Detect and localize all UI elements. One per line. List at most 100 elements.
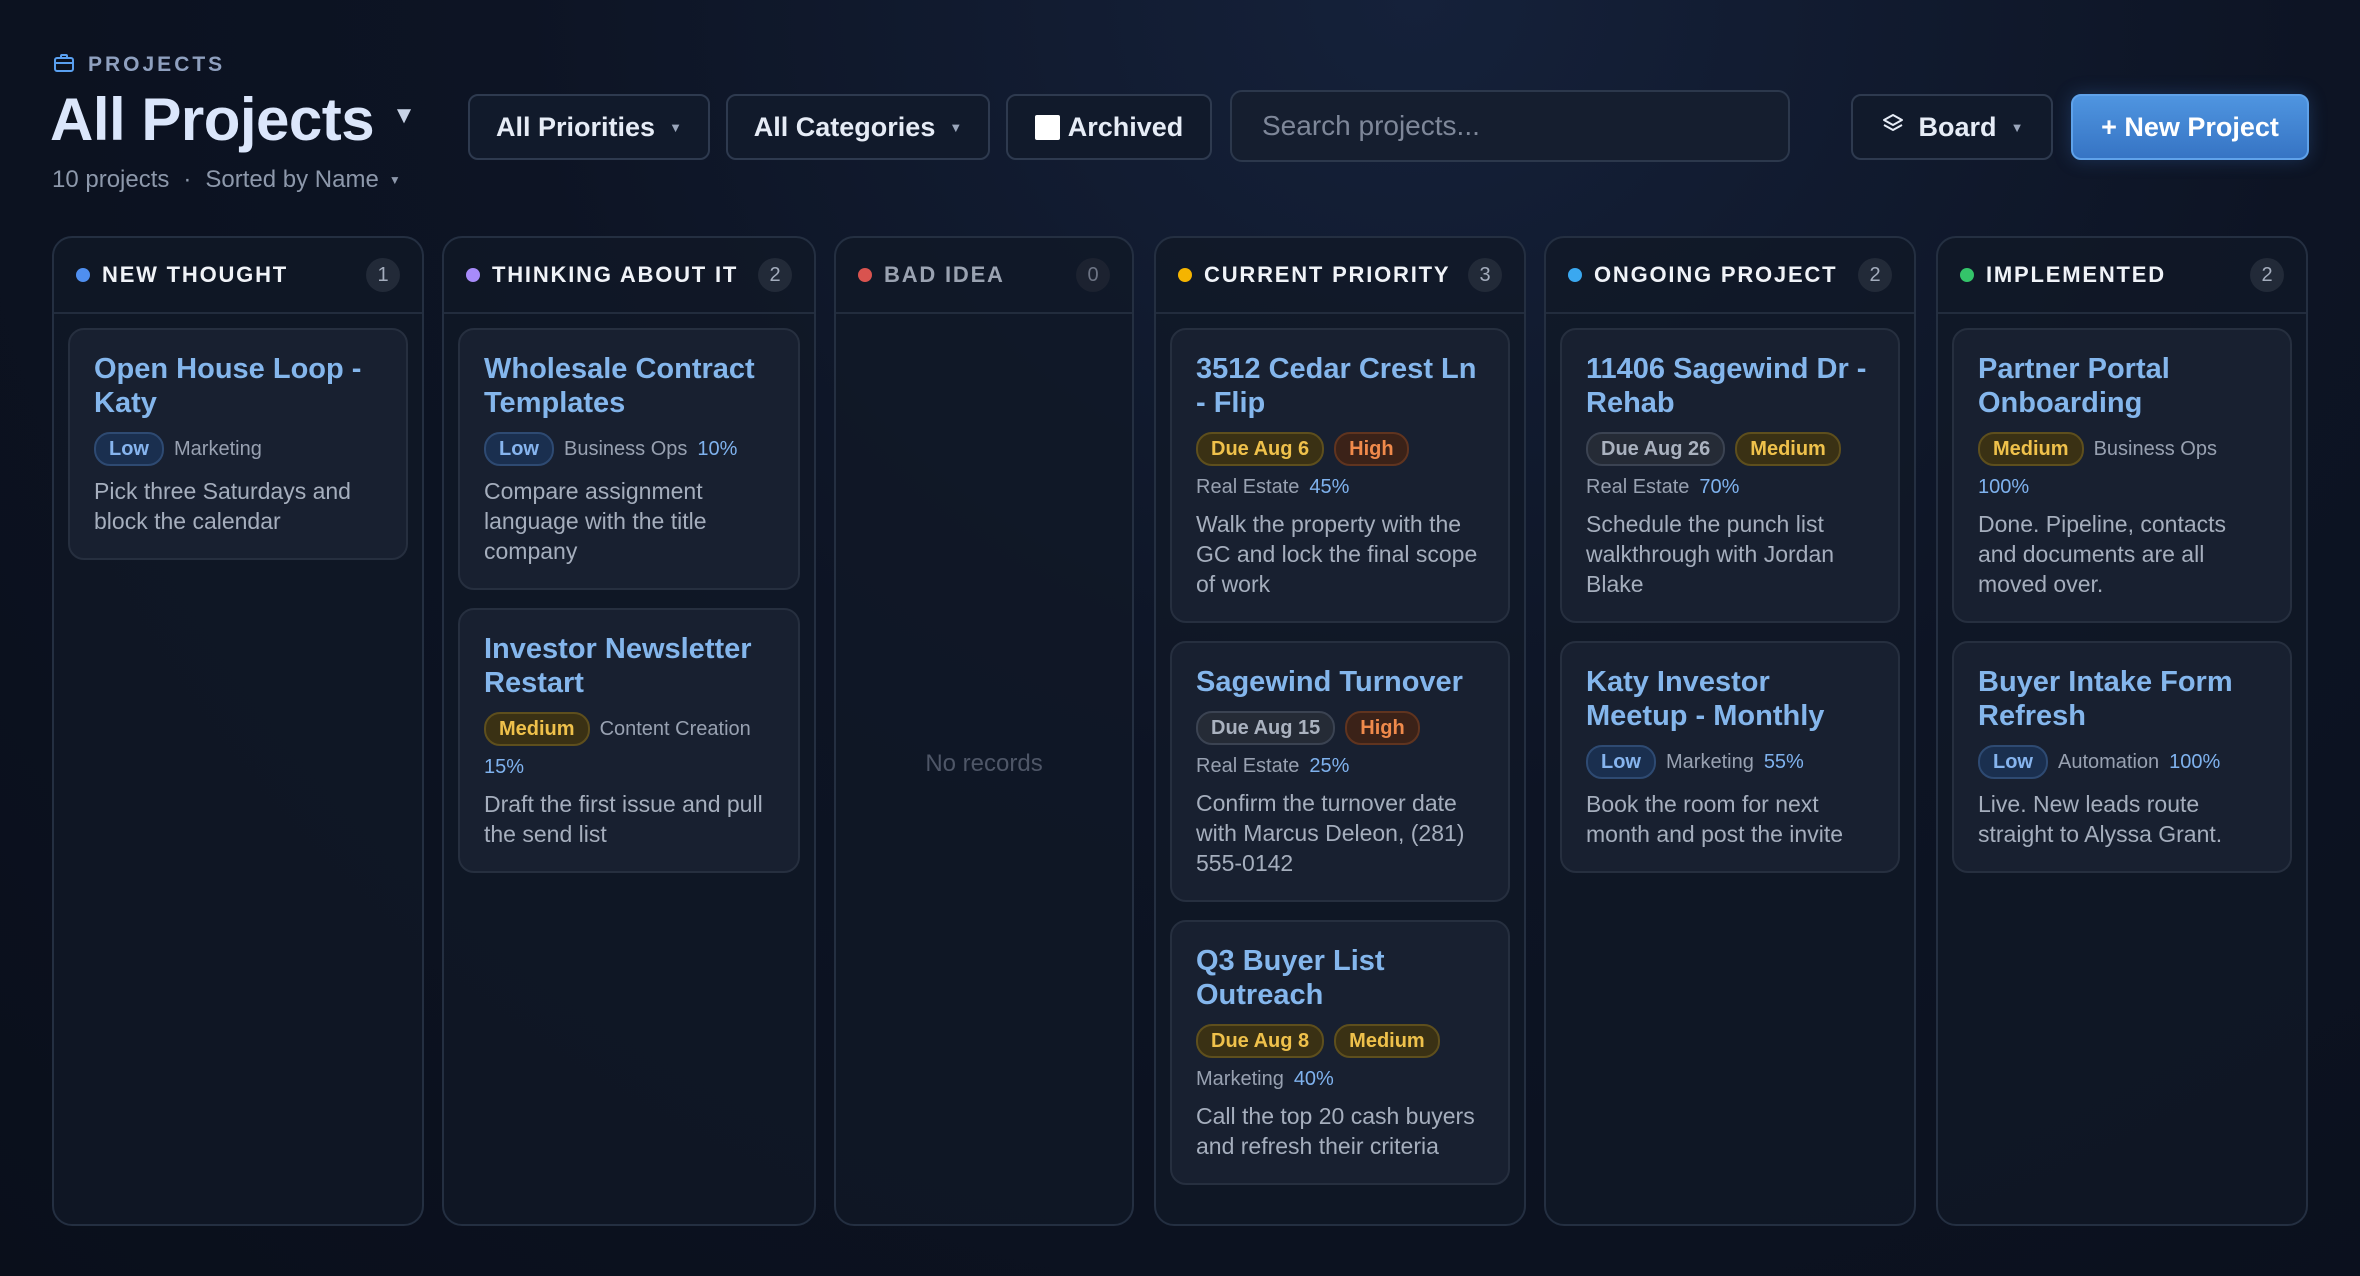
card-list: Wholesale Contract Templates Low Business … (444, 314, 814, 873)
column-title: CURRENT PRIORITY (1204, 262, 1451, 287)
card-description: Pick three Saturdays and block the calen… (94, 478, 351, 534)
column-header: BAD IDEA 0 (836, 238, 1132, 314)
card-description: Schedule the punch list walkthrough with… (1586, 511, 1835, 597)
column-count-badge: 0 (1076, 258, 1110, 292)
progress-percent: 10% (697, 437, 738, 460)
card-title[interactable]: Sagewind Turnover (1196, 665, 1484, 699)
card-meta: Due Aug 8 Medium Marketing 40% (1196, 1024, 1484, 1091)
search-input[interactable] (1262, 110, 1788, 142)
category-filter-dropdown[interactable]: All Categories ▼ (726, 94, 990, 160)
card-title[interactable]: Katy Investor Meetup - Monthly (1586, 665, 1874, 733)
caret-down-icon: ▼ (2010, 119, 2024, 135)
project-card[interactable]: Katy Investor Meetup - Monthly Low Marketi… (1560, 641, 1900, 873)
priority-badge: Low (1978, 745, 2048, 779)
card-meta: Medium Business Ops 100% (1978, 432, 2266, 499)
column-thinking-about-it: THINKING ABOUT IT 2 Wholesale Contract T… (442, 236, 816, 1226)
card-meta: Due Aug 15 High Real Estate 25% (1196, 711, 1484, 778)
status-dot (1178, 268, 1192, 282)
view-switcher-dropdown[interactable]: Board ▼ (1851, 94, 2053, 160)
card-meta: Low Business Ops 10% (484, 432, 774, 466)
card-description: Compare assignment language with the tit… (484, 478, 707, 564)
page-title-switcher[interactable]: All Projects ▼ (50, 84, 416, 156)
progress-percent: 25% (1309, 755, 1350, 777)
due-date-badge: Due Aug 26 (1586, 432, 1726, 466)
caret-down-icon[interactable]: ▼ (392, 102, 416, 130)
briefcase-icon (52, 51, 76, 80)
priority-badge: Medium (1334, 1024, 1440, 1058)
column-implemented: IMPLEMENTED 2 Partner Portal Onboarding M… (1936, 236, 2308, 1226)
project-card[interactable]: 3512 Cedar Crest Ln - Flip Due Aug 6 High R… (1170, 328, 1510, 623)
card-description: Live. New leads route straight to Alyssa… (1978, 791, 2223, 847)
priority-filter-dropdown[interactable]: All Priorities ▼ (468, 94, 710, 160)
card-list: 11406 Sagewind Dr - Rehab Due Aug 26 Mediu… (1546, 314, 1914, 873)
caret-down-icon: ▼ (949, 119, 963, 135)
progress-percent: 100% (2169, 750, 2221, 773)
card-meta: Low Automation 100% (1978, 745, 2266, 779)
view-label: Board (1918, 111, 1997, 142)
priority-badge: High (1345, 711, 1420, 745)
category-label: Automation (2058, 750, 2160, 773)
card-list: 3512 Cedar Crest Ln - Flip Due Aug 6 High R… (1156, 314, 1524, 1185)
card-title[interactable]: Open House Loop - Katy (94, 352, 382, 420)
project-card[interactable]: Sagewind Turnover Due Aug 15 High Real Esta… (1170, 641, 1510, 902)
status-dot (76, 268, 90, 282)
priority-badge: Medium (1978, 432, 2084, 466)
layers-icon (1881, 112, 1905, 143)
project-card[interactable]: Open House Loop - Katy Low Marketing Pick t… (68, 328, 408, 560)
project-card[interactable]: Investor Newsletter Restart Medium Content… (458, 608, 800, 873)
column-count-badge: 2 (1858, 258, 1892, 292)
column-header: ONGOING PROJECT 2 (1546, 238, 1914, 314)
column-header: NEW THOUGHT 1 (54, 238, 422, 314)
category-label: Business Ops (2093, 437, 2217, 460)
card-list: Partner Portal Onboarding Medium Business … (1938, 314, 2306, 873)
project-card[interactable]: Wholesale Contract Templates Low Business … (458, 328, 800, 590)
archived-toggle[interactable]: Archived (1006, 94, 1212, 160)
progress-percent: 40% (1293, 1068, 1334, 1090)
category-label: Business Ops (564, 437, 688, 460)
card-title[interactable]: Buyer Intake Form Refresh (1978, 665, 2266, 733)
column-title: NEW THOUGHT (102, 262, 289, 287)
card-description: Confirm the turnover date with Marcus De… (1196, 790, 1465, 876)
search-box[interactable] (1230, 90, 1790, 162)
card-meta: Due Aug 26 Medium Real Estate 70% (1586, 432, 1874, 499)
priority-badge: Low (94, 432, 164, 466)
section-label: PROJECTS (88, 53, 226, 76)
priority-badge: Low (1586, 745, 1656, 779)
card-title[interactable]: Investor Newsletter Restart (484, 632, 774, 700)
card-title[interactable]: Wholesale Contract Templates (484, 352, 774, 420)
category-label: Real Estate (1196, 476, 1300, 498)
card-title[interactable]: Q3 Buyer List Outreach (1196, 944, 1484, 1012)
page-subtitle: 10 projects · Sorted by Name ▼ (52, 166, 401, 194)
new-project-button[interactable]: + New Project (2071, 94, 2309, 160)
column-count-badge: 3 (1468, 258, 1502, 292)
status-dot (466, 268, 480, 282)
card-list (836, 314, 1132, 328)
projects-board-page: PROJECTS All Projects ▼ 10 projects · So… (0, 0, 2360, 1276)
due-date-badge: Due Aug 8 (1196, 1024, 1325, 1058)
progress-percent: 55% (1763, 750, 1804, 773)
progress-percent: 45% (1309, 476, 1350, 498)
project-card[interactable]: Buyer Intake Form Refresh Low Automation 10… (1952, 641, 2292, 873)
category-label: Marketing (174, 437, 262, 460)
page-title: All Projects (50, 86, 375, 153)
card-title[interactable]: 11406 Sagewind Dr - Rehab (1586, 352, 1874, 420)
sort-dropdown[interactable]: Sorted by Name ▼ (205, 166, 400, 194)
project-card[interactable]: Partner Portal Onboarding Medium Business … (1952, 328, 2292, 623)
priority-filter-label: All Priorities (496, 111, 656, 142)
priority-badge: Medium (1735, 432, 1841, 466)
category-filter-label: All Categories (753, 111, 936, 142)
project-card[interactable]: 11406 Sagewind Dr - Rehab Due Aug 26 Mediu… (1560, 328, 1900, 623)
column-count-badge: 2 (2250, 258, 2284, 292)
archived-checkbox[interactable] (1034, 114, 1060, 140)
project-card[interactable]: Q3 Buyer List Outreach Due Aug 8 Medium Mar… (1170, 920, 1510, 1185)
card-title[interactable]: Partner Portal Onboarding (1978, 352, 2266, 420)
archived-label: Archived (1067, 111, 1184, 142)
column-current-priority: CURRENT PRIORITY 3 3512 Cedar Crest Ln -… (1154, 236, 1526, 1226)
priority-badge: Medium (484, 712, 590, 746)
column-title: BAD IDEA (884, 262, 1005, 287)
card-title[interactable]: 3512 Cedar Crest Ln - Flip (1196, 352, 1484, 420)
card-meta: Due Aug 6 High Real Estate 45% (1196, 432, 1484, 499)
column-count-badge: 2 (758, 258, 792, 292)
empty-state-text: No records (925, 750, 1043, 777)
card-meta: Low Marketing (94, 432, 382, 466)
